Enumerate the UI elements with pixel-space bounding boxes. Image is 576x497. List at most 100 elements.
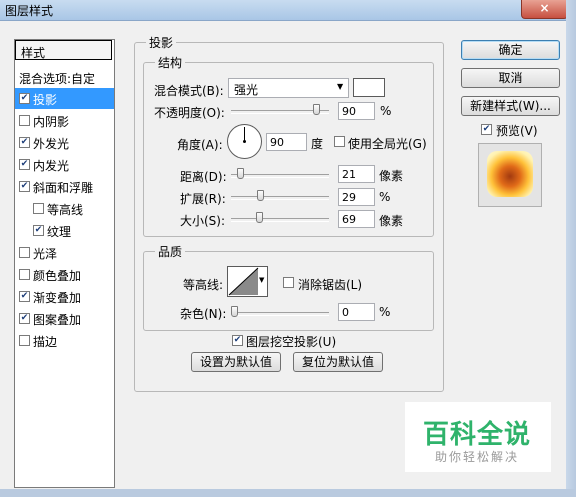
distance-input[interactable] <box>338 165 375 183</box>
new-style-button[interactable]: 新建样式(W)... <box>461 96 560 116</box>
watermark-tagline: 助你轻松解决 <box>435 450 520 464</box>
style-list-checkbox[interactable]: ✔ <box>19 313 30 324</box>
preview-checkbox[interactable]: ✔ <box>481 124 492 135</box>
style-list-checkbox[interactable] <box>19 269 30 280</box>
distance-label: 距离(D): <box>180 170 227 184</box>
style-list-label: 外发光 <box>33 137 70 151</box>
style-list-label: 斜面和浮雕 <box>33 181 94 195</box>
style-list-item[interactable]: 等高线 <box>15 198 114 219</box>
close-button[interactable]: × <box>521 0 568 19</box>
cancel-button[interactable]: 取消 <box>461 68 560 88</box>
set-default-button[interactable]: 设置为默认值 <box>191 352 281 372</box>
noise-unit: % <box>379 305 391 319</box>
global-light-checkbox[interactable] <box>334 136 345 147</box>
opacity-unit: % <box>380 104 392 118</box>
window-right-edge <box>566 0 576 497</box>
style-list-label: 光泽 <box>33 247 58 261</box>
distance-slider-thumb[interactable] <box>237 168 245 179</box>
opacity-input[interactable] <box>338 102 375 120</box>
style-list-label: 投影 <box>33 93 58 107</box>
style-list-item[interactable]: ✔ 斜面和浮雕 <box>15 176 114 197</box>
style-list-checkbox[interactable] <box>19 247 30 258</box>
style-list-item[interactable]: 颜色叠加 <box>15 264 114 285</box>
preview-label: 预览(V) <box>496 124 538 138</box>
blend-mode-select[interactable]: 强光 ▼ <box>228 78 349 98</box>
style-list-item[interactable]: ✔ 内发光 <box>15 154 114 175</box>
preview-image <box>487 151 533 197</box>
angle-label: 角度(A): <box>177 138 223 152</box>
knockout-label: 图层挖空投影(U) <box>246 335 337 349</box>
style-list-header: 样式 <box>15 40 112 60</box>
spread-slider[interactable] <box>231 196 329 200</box>
style-list-item[interactable]: ✔ 外发光 <box>15 132 114 153</box>
size-input[interactable] <box>338 210 375 228</box>
quality-title: 品质 <box>155 243 186 260</box>
window-bottom-edge <box>0 489 576 497</box>
spread-label: 扩展(R): <box>180 192 226 206</box>
noise-slider[interactable] <box>231 312 329 316</box>
spread-slider-thumb[interactable] <box>257 190 265 201</box>
antialias-checkbox[interactable] <box>283 277 294 288</box>
size-slider[interactable] <box>231 218 329 222</box>
angle-dial[interactable] <box>227 124 262 159</box>
style-list-checkbox[interactable]: ✔ <box>19 181 30 192</box>
style-list-item[interactable]: 内阴影 <box>15 110 114 131</box>
size-label: 大小(S): <box>180 214 226 228</box>
angle-unit: 度 <box>311 137 324 151</box>
reset-default-button[interactable]: 复位为默认值 <box>293 352 383 372</box>
style-list-checkbox[interactable] <box>19 115 30 126</box>
antialias-label: 消除锯齿(L) <box>298 278 363 292</box>
style-list-checkbox[interactable]: ✔ <box>33 225 44 236</box>
style-list-label: 颜色叠加 <box>33 269 82 283</box>
panel-title: 投影 <box>146 34 177 51</box>
style-list-item[interactable]: ✔ 渐变叠加 <box>15 286 114 307</box>
style-list-label: 描边 <box>33 335 58 349</box>
contour-label: 等高线: <box>183 278 224 292</box>
spread-input[interactable] <box>338 188 375 206</box>
style-list-item[interactable]: ✔ 投影 <box>15 88 114 109</box>
angle-dial-center <box>243 140 246 143</box>
style-list-item[interactable]: ✔ 纹理 <box>15 220 114 241</box>
watermark: 百科全说 助你轻松解决 <box>405 402 551 472</box>
style-list-checkbox[interactable]: ✔ <box>19 159 30 170</box>
global-light-label: 使用全局光(G) <box>348 137 427 151</box>
knockout-checkbox[interactable]: ✔ <box>232 335 243 346</box>
spread-unit: % <box>379 190 391 204</box>
ok-button[interactable]: 确定 <box>461 40 560 60</box>
style-list-item[interactable]: 混合选项:自定 <box>15 67 114 88</box>
style-list-label: 渐变叠加 <box>33 291 82 305</box>
style-list-label: 纹理 <box>47 225 72 239</box>
noise-slider-thumb[interactable] <box>231 306 238 317</box>
chevron-down-icon: ▼ <box>337 82 344 91</box>
noise-input[interactable] <box>338 303 375 321</box>
style-list-label: 等高线 <box>47 203 84 217</box>
style-list: 样式 混合选项:自定 ✔ 投影 内阴影 ✔ 外发光 ✔ 内发光 ✔ 斜面和浮雕 等高线 ✔ 纹理 光泽 颜色… <box>14 39 115 488</box>
noise-label: 杂色(N): <box>180 307 227 321</box>
style-list-item[interactable]: ✔ 图案叠加 <box>15 308 114 329</box>
structure-title: 结构 <box>155 54 186 71</box>
style-list-checkbox[interactable]: ✔ <box>19 291 30 302</box>
distance-slider[interactable] <box>231 174 329 178</box>
style-list-item[interactable]: 光泽 <box>15 242 114 263</box>
style-list-checkbox[interactable] <box>19 335 30 346</box>
preview-thumbnail <box>478 143 542 207</box>
chevron-down-icon: ▼ <box>259 276 265 284</box>
opacity-slider-thumb[interactable] <box>312 104 320 115</box>
shadow-color-swatch[interactable] <box>353 78 385 97</box>
style-list-item[interactable]: 描边 <box>15 330 114 351</box>
style-list-checkbox[interactable] <box>33 203 44 214</box>
window-title: 图层样式 <box>5 4 54 18</box>
watermark-brand: 百科全说 <box>423 420 532 450</box>
blend-mode-label: 混合模式(B): <box>154 84 224 98</box>
style-list-header-label: 样式 <box>21 46 46 60</box>
distance-unit: 像素 <box>379 169 404 183</box>
contour-curve-icon <box>228 267 259 296</box>
size-slider-thumb[interactable] <box>256 212 264 223</box>
title-bar[interactable]: 图层样式 × <box>0 0 576 21</box>
style-list-label: 内发光 <box>33 159 70 173</box>
style-list-checkbox[interactable]: ✔ <box>19 137 30 148</box>
contour-picker[interactable]: ▼ <box>227 266 268 297</box>
style-list-checkbox[interactable]: ✔ <box>19 93 30 104</box>
blend-mode-value: 强光 <box>234 83 259 97</box>
angle-input[interactable] <box>266 133 307 151</box>
